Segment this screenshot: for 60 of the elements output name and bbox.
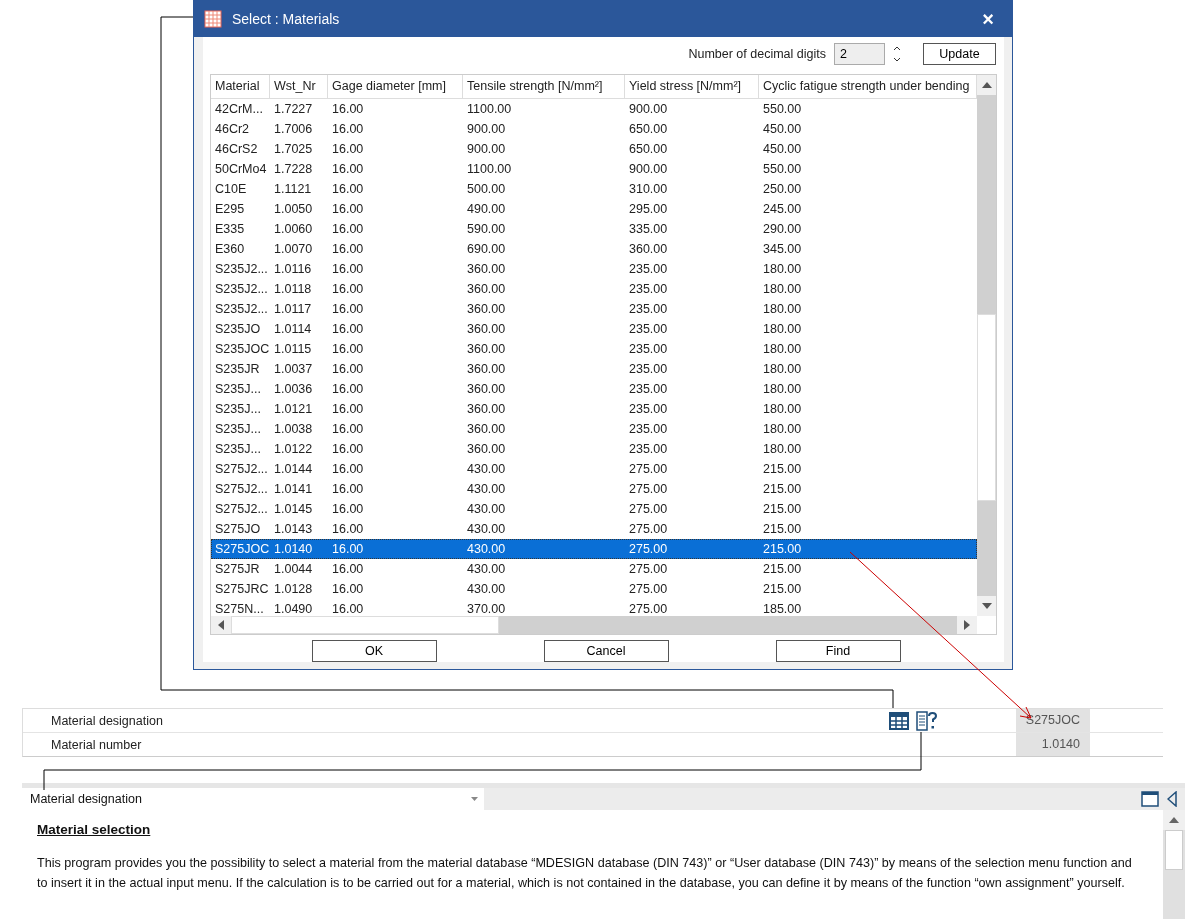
dialog-button[interactable]: Find xyxy=(775,640,901,662)
table-row[interactable]: 42CrM... 1.7227 16.00 1100.00 900.00 550.00 xyxy=(211,98,977,119)
table-row[interactable]: S275JO 1.0143 16.00 430.00 275.00 215.00 xyxy=(211,518,977,539)
column-header[interactable]: Material xyxy=(211,74,270,98)
update-button[interactable]: Update xyxy=(923,42,996,65)
topic-dropdown[interactable]: Material designation xyxy=(22,788,484,810)
collapse-icon[interactable] xyxy=(1167,791,1177,807)
scroll-right-icon[interactable] xyxy=(964,620,970,630)
help-document-icon[interactable] xyxy=(916,710,938,731)
table-row[interactable]: S235J2... 1.0117 16.00 360.00 235.00 180.00 xyxy=(211,298,977,319)
table-row[interactable]: S275N... 1.0490 16.00 370.00 275.00 185.00 xyxy=(211,598,977,616)
table-row[interactable]: S235J2... 1.0116 16.00 360.00 235.00 180.00 xyxy=(211,258,977,279)
table-row[interactable]: 46Cr2 1.7006 16.00 900.00 650.00 450.00 xyxy=(211,118,977,139)
dialog-button[interactable]: OK xyxy=(311,640,437,662)
table-row[interactable]: S275J2... 1.0141 16.00 430.00 275.00 215.00 xyxy=(211,478,977,499)
table-row[interactable]: E360 1.0070 16.00 690.00 360.00 345.00 xyxy=(211,238,977,259)
scroll-left-icon[interactable] xyxy=(218,620,224,630)
table-row[interactable]: S275J2... 1.0144 16.00 430.00 275.00 215.00 xyxy=(211,458,977,479)
scroll-down-icon[interactable] xyxy=(981,603,992,609)
help-paragraph: This program provides you the possibility to select a material from the material database “MDESIGN database (DIN 743)” or “User database (DIN 743)” by means of the selection menu function and to insert it in the actual input menu. If the calculation is to be carried out for a material, which is not contained in the database, you can define it by means of the function “own assignment” yourself. xyxy=(37,855,1133,892)
help-heading: Material selection xyxy=(37,822,152,837)
column-header[interactable]: Tensile strength [N/mm²] xyxy=(463,74,625,98)
decimal-digits-label: Number of decimal digits xyxy=(688,46,826,61)
property-label: Material number xyxy=(50,737,143,752)
table-row[interactable]: S235J... 1.0121 16.00 360.00 235.00 180.00 xyxy=(211,398,977,419)
table-row[interactable]: E295 1.0050 16.00 490.00 295.00 245.00 xyxy=(211,198,977,219)
column-header[interactable]: Wst_Nr xyxy=(270,74,328,98)
table-row[interactable]: C10E 1.1121 16.00 500.00 310.00 250.00 xyxy=(211,178,977,199)
table-icon[interactable] xyxy=(889,711,909,730)
dialog-button[interactable]: Cancel xyxy=(543,640,669,662)
scrollbar-thumb[interactable] xyxy=(1165,830,1183,870)
table-row[interactable]: S235JOC 1.0115 16.00 360.00 235.00 180.00 xyxy=(211,338,977,359)
property-value: S275JOC xyxy=(1016,709,1090,732)
scrollbar-thumb[interactable] xyxy=(977,313,996,501)
table-row[interactable]: E335 1.0060 16.00 590.00 335.00 290.00 xyxy=(211,218,977,239)
scroll-up-icon[interactable] xyxy=(1169,817,1179,823)
column-header[interactable]: Gage diameter [mm] xyxy=(328,74,463,98)
window-title: Select : Materials xyxy=(232,11,341,27)
table-row[interactable]: 50CrMo4 1.7228 16.00 1100.00 900.00 550.00 xyxy=(211,158,977,179)
table-row[interactable]: S235J... 1.0122 16.00 360.00 235.00 180.00 xyxy=(211,438,977,459)
scrollbar-thumb[interactable] xyxy=(231,616,499,634)
table-row[interactable]: S275JR 1.0044 16.00 430.00 275.00 215.00 xyxy=(211,558,977,579)
table-row[interactable]: S235J... 1.0038 16.00 360.00 235.00 180.00 xyxy=(211,418,977,439)
scroll-up-icon[interactable] xyxy=(981,81,992,88)
table-row[interactable]: S235J2... 1.0118 16.00 360.00 235.00 180.00 xyxy=(211,278,977,299)
table-row[interactable]: S275JRC 1.0128 16.00 430.00 275.00 215.00 xyxy=(211,578,977,599)
table-row[interactable]: S235JR 1.0037 16.00 360.00 235.00 180.00 xyxy=(211,358,977,379)
column-header[interactable]: Yield stress [N/mm²] xyxy=(625,74,759,98)
property-label: Material designation xyxy=(50,713,164,728)
window-icon[interactable] xyxy=(1141,791,1159,807)
close-button[interactable]: × xyxy=(974,9,1002,29)
property-value: 1.0140 xyxy=(1016,733,1090,756)
decimal-digits-field[interactable]: 2 xyxy=(834,42,885,65)
caret-icon xyxy=(471,797,478,801)
table-row[interactable]: S275J2... 1.0145 16.00 430.00 275.00 215.00 xyxy=(211,498,977,519)
selected-table-row[interactable]: S275JOC 1.0140 16.00 430.00 275.00 215.00 xyxy=(211,538,977,559)
table-row[interactable]: S235J... 1.0036 16.00 360.00 235.00 180.00 xyxy=(211,378,977,399)
table-row[interactable]: 46CrS2 1.7025 16.00 900.00 650.00 450.00 xyxy=(211,138,977,159)
table-row[interactable]: S235JO 1.0114 16.00 360.00 235.00 180.00 xyxy=(211,318,977,339)
grid-app-icon xyxy=(204,10,222,28)
